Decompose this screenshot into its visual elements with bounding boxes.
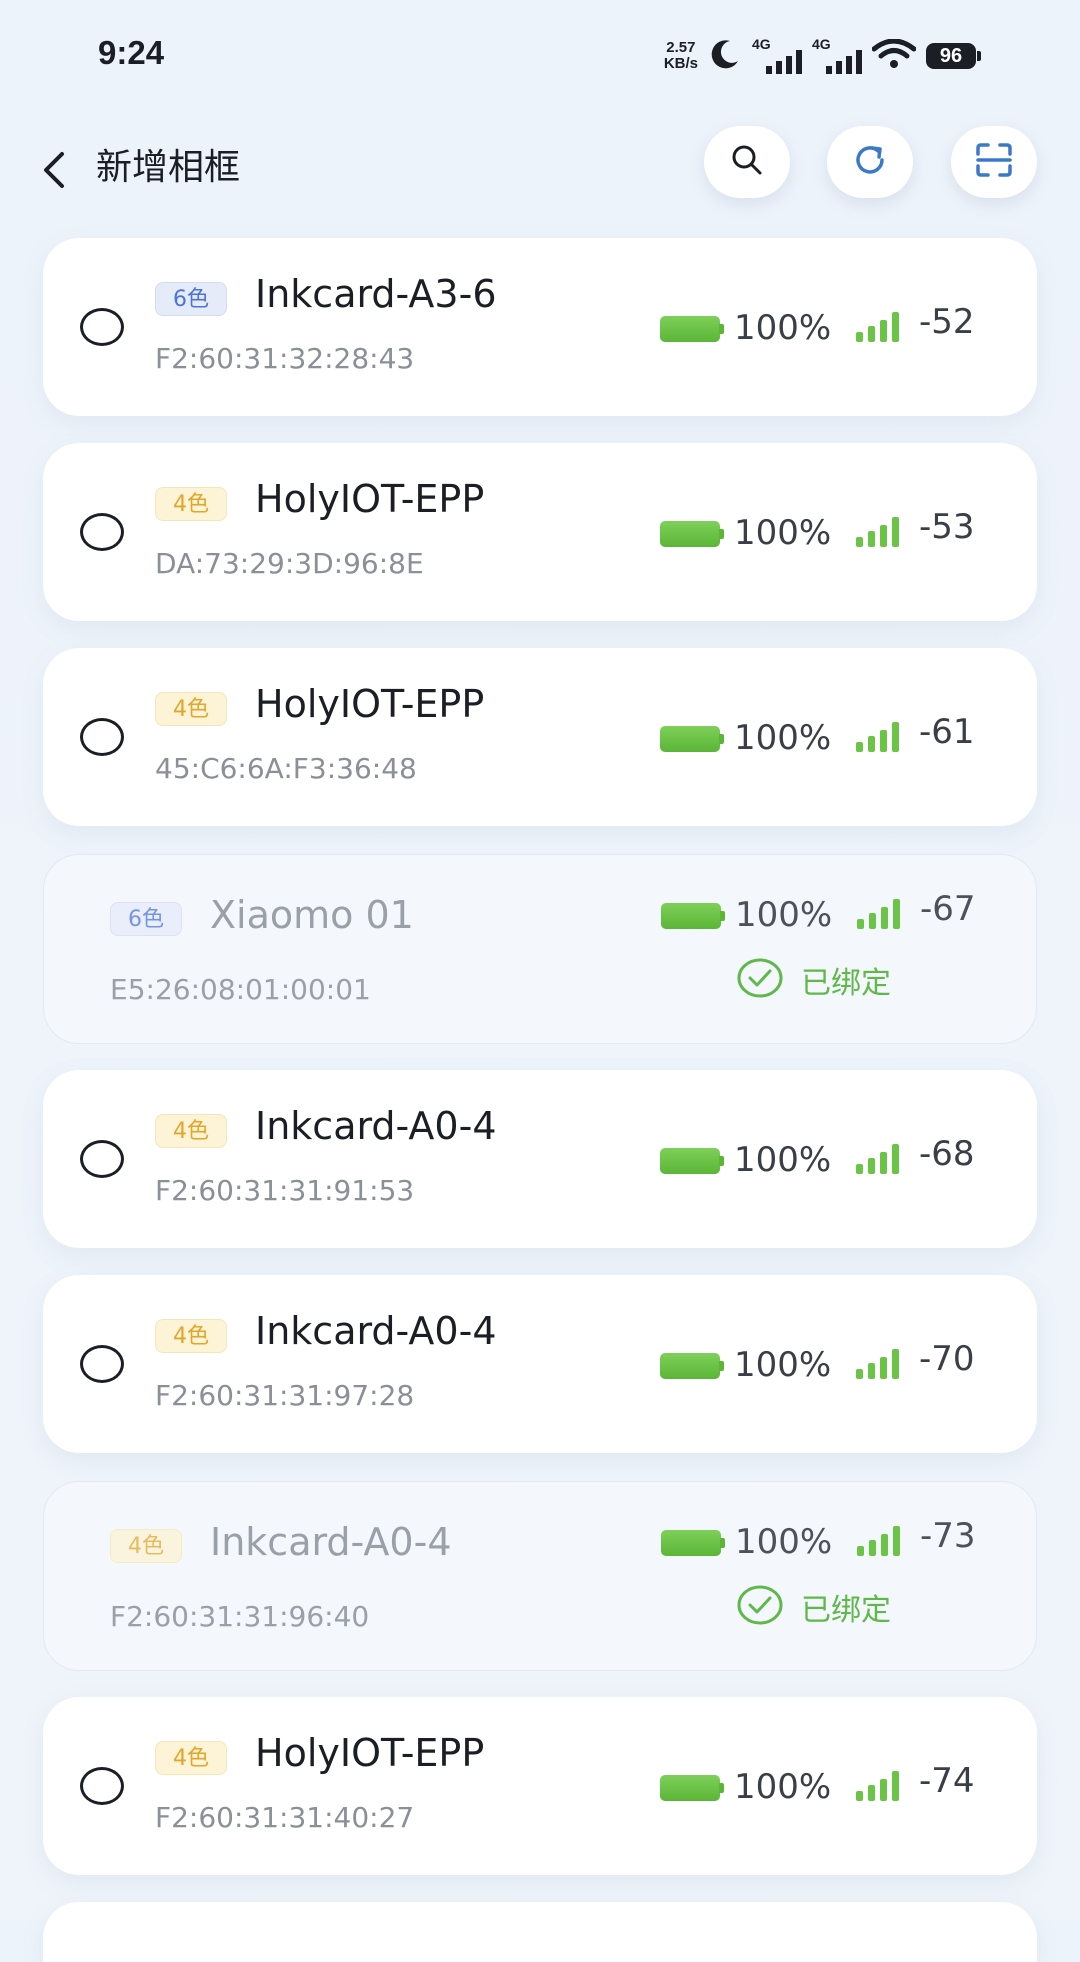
device-select-radio[interactable] bbox=[80, 718, 124, 756]
status-bar: 9:24 2.57 KB/s 4G 4G 96 bbox=[0, 0, 1080, 110]
device-card[interactable]: 4色 HolyIOT-EPP DA:73:29:3D:96:8E 100% -5… bbox=[43, 443, 1037, 621]
device-card[interactable]: 6色 Inkcard-A3-6 F2:60:31:32:28:43 100% -… bbox=[43, 238, 1037, 416]
color-badge: 4色 bbox=[155, 692, 227, 726]
network-speed-value: 2.57 bbox=[666, 39, 696, 56]
rssi-value: -67 bbox=[920, 889, 976, 929]
battery-icon bbox=[660, 726, 724, 752]
back-button[interactable] bbox=[40, 142, 80, 202]
device-name: HolyIOT-EPP bbox=[255, 1731, 485, 1775]
battery-icon bbox=[660, 1148, 724, 1174]
device-select-radio[interactable] bbox=[80, 1140, 124, 1178]
device-card[interactable]: 4色 Inkcard-A0-4 F2:60:31:31:91:53 100% -… bbox=[43, 1070, 1037, 1248]
sim1-signal-icon: 4G bbox=[752, 36, 802, 74]
device-select-radio[interactable] bbox=[80, 1767, 124, 1805]
battery-percent: 100% bbox=[735, 1522, 833, 1562]
status-time: 9:24 bbox=[98, 34, 165, 71]
device-card-partial[interactable] bbox=[43, 1902, 1037, 1962]
device-card[interactable]: 4色 HolyIOT-EPP F2:60:31:31:40:27 100% -7… bbox=[43, 1697, 1037, 1875]
signal-icon bbox=[856, 1349, 899, 1379]
battery-percent: 100% bbox=[734, 1767, 832, 1807]
color-badge: 6色 bbox=[155, 282, 227, 316]
back-chevron-icon bbox=[40, 150, 68, 194]
status-icons: 2.57 KB/s 4G 4G 96 bbox=[664, 36, 981, 76]
bound-status: 已绑定 bbox=[737, 1585, 891, 1629]
signal-icon bbox=[857, 1526, 900, 1556]
color-badge: 4色 bbox=[110, 1529, 182, 1563]
device-mac: E5:26:08:01:00:01 bbox=[110, 973, 371, 1006]
bound-label: 已绑定 bbox=[801, 966, 891, 1001]
battery-icon bbox=[660, 1353, 724, 1379]
color-badge: 4色 bbox=[155, 1319, 227, 1353]
wifi-icon bbox=[871, 38, 917, 73]
device-card[interactable]: 4色 HolyIOT-EPP 45:C6:6A:F3:36:48 100% -6… bbox=[43, 648, 1037, 826]
device-name: Inkcard-A3-6 bbox=[255, 272, 497, 316]
moon-icon bbox=[708, 37, 742, 75]
device-mac: F2:60:31:32:28:43 bbox=[155, 342, 415, 375]
battery-percent: 100% bbox=[734, 1345, 832, 1385]
signal-icon bbox=[856, 1144, 899, 1174]
device-mac: DA:73:29:3D:96:8E bbox=[155, 547, 424, 580]
rssi-value: -70 bbox=[919, 1339, 975, 1379]
network-speed: 2.57 KB/s bbox=[664, 40, 698, 72]
device-name: HolyIOT-EPP bbox=[255, 682, 485, 726]
device-name: Inkcard-A0-4 bbox=[210, 1520, 452, 1564]
signal-icon bbox=[856, 1771, 899, 1801]
battery-indicator: 96 bbox=[926, 43, 981, 69]
device-mac: F2:60:31:31:40:27 bbox=[155, 1801, 415, 1834]
signal-icon bbox=[856, 312, 899, 342]
rssi-value: -74 bbox=[919, 1761, 975, 1801]
device-name: Xiaomo 01 bbox=[210, 893, 414, 937]
device-mac: F2:60:31:31:91:53 bbox=[155, 1174, 415, 1207]
check-circle-icon bbox=[737, 1585, 783, 1629]
signal-icon bbox=[856, 722, 899, 752]
battery-percent: 100% bbox=[734, 718, 832, 758]
rssi-value: -68 bbox=[919, 1134, 975, 1174]
scan-icon bbox=[974, 142, 1014, 182]
color-badge: 4色 bbox=[155, 487, 227, 521]
rssi-value: -73 bbox=[920, 1516, 976, 1556]
search-button[interactable] bbox=[704, 126, 790, 198]
device-select-radio[interactable] bbox=[80, 513, 124, 551]
battery-icon bbox=[661, 1530, 725, 1556]
device-card-bound: 4色 Inkcard-A0-4 F2:60:31:31:96:40 100% -… bbox=[43, 1481, 1037, 1671]
battery-percent: 100% bbox=[734, 1140, 832, 1180]
device-name: Inkcard-A0-4 bbox=[255, 1309, 497, 1353]
battery-percent: 100% bbox=[735, 895, 833, 935]
scan-button[interactable] bbox=[951, 126, 1037, 198]
refresh-button[interactable] bbox=[827, 126, 913, 198]
battery-percent: 100% bbox=[734, 308, 832, 348]
device-mac: F2:60:31:31:96:40 bbox=[110, 1600, 370, 1633]
signal-icon bbox=[856, 517, 899, 547]
bound-label: 已绑定 bbox=[801, 1593, 891, 1628]
battery-icon bbox=[660, 521, 724, 547]
device-name: Inkcard-A0-4 bbox=[255, 1104, 497, 1148]
device-mac: 45:C6:6A:F3:36:48 bbox=[155, 752, 417, 785]
rssi-value: -61 bbox=[919, 712, 975, 752]
signal-icon bbox=[857, 899, 900, 929]
device-name: HolyIOT-EPP bbox=[255, 477, 485, 521]
device-select-radio[interactable] bbox=[80, 1345, 124, 1383]
rssi-value: -53 bbox=[919, 507, 975, 547]
search-icon bbox=[729, 142, 765, 182]
sim2-signal-icon: 4G bbox=[812, 36, 862, 74]
rssi-value: -52 bbox=[919, 302, 975, 342]
page-title: 新增相框 bbox=[96, 147, 241, 188]
device-card-bound: 6色 Xiaomo 01 E5:26:08:01:00:01 100% -67 … bbox=[43, 854, 1037, 1044]
device-card[interactable]: 4色 Inkcard-A0-4 F2:60:31:31:97:28 100% -… bbox=[43, 1275, 1037, 1453]
bound-status: 已绑定 bbox=[737, 958, 891, 1002]
battery-icon bbox=[660, 1775, 724, 1801]
device-select-radio[interactable] bbox=[80, 308, 124, 346]
battery-icon bbox=[661, 903, 725, 929]
network-speed-unit: KB/s bbox=[663, 55, 698, 72]
refresh-icon bbox=[850, 140, 890, 184]
color-badge: 4色 bbox=[155, 1741, 227, 1775]
device-mac: F2:60:31:31:97:28 bbox=[155, 1379, 415, 1412]
check-circle-icon bbox=[737, 958, 783, 1002]
battery-icon bbox=[660, 316, 724, 342]
battery-percent: 100% bbox=[734, 513, 832, 553]
color-badge: 6色 bbox=[110, 902, 182, 936]
app-header: 新增相框 bbox=[0, 110, 1080, 220]
color-badge: 4色 bbox=[155, 1114, 227, 1148]
